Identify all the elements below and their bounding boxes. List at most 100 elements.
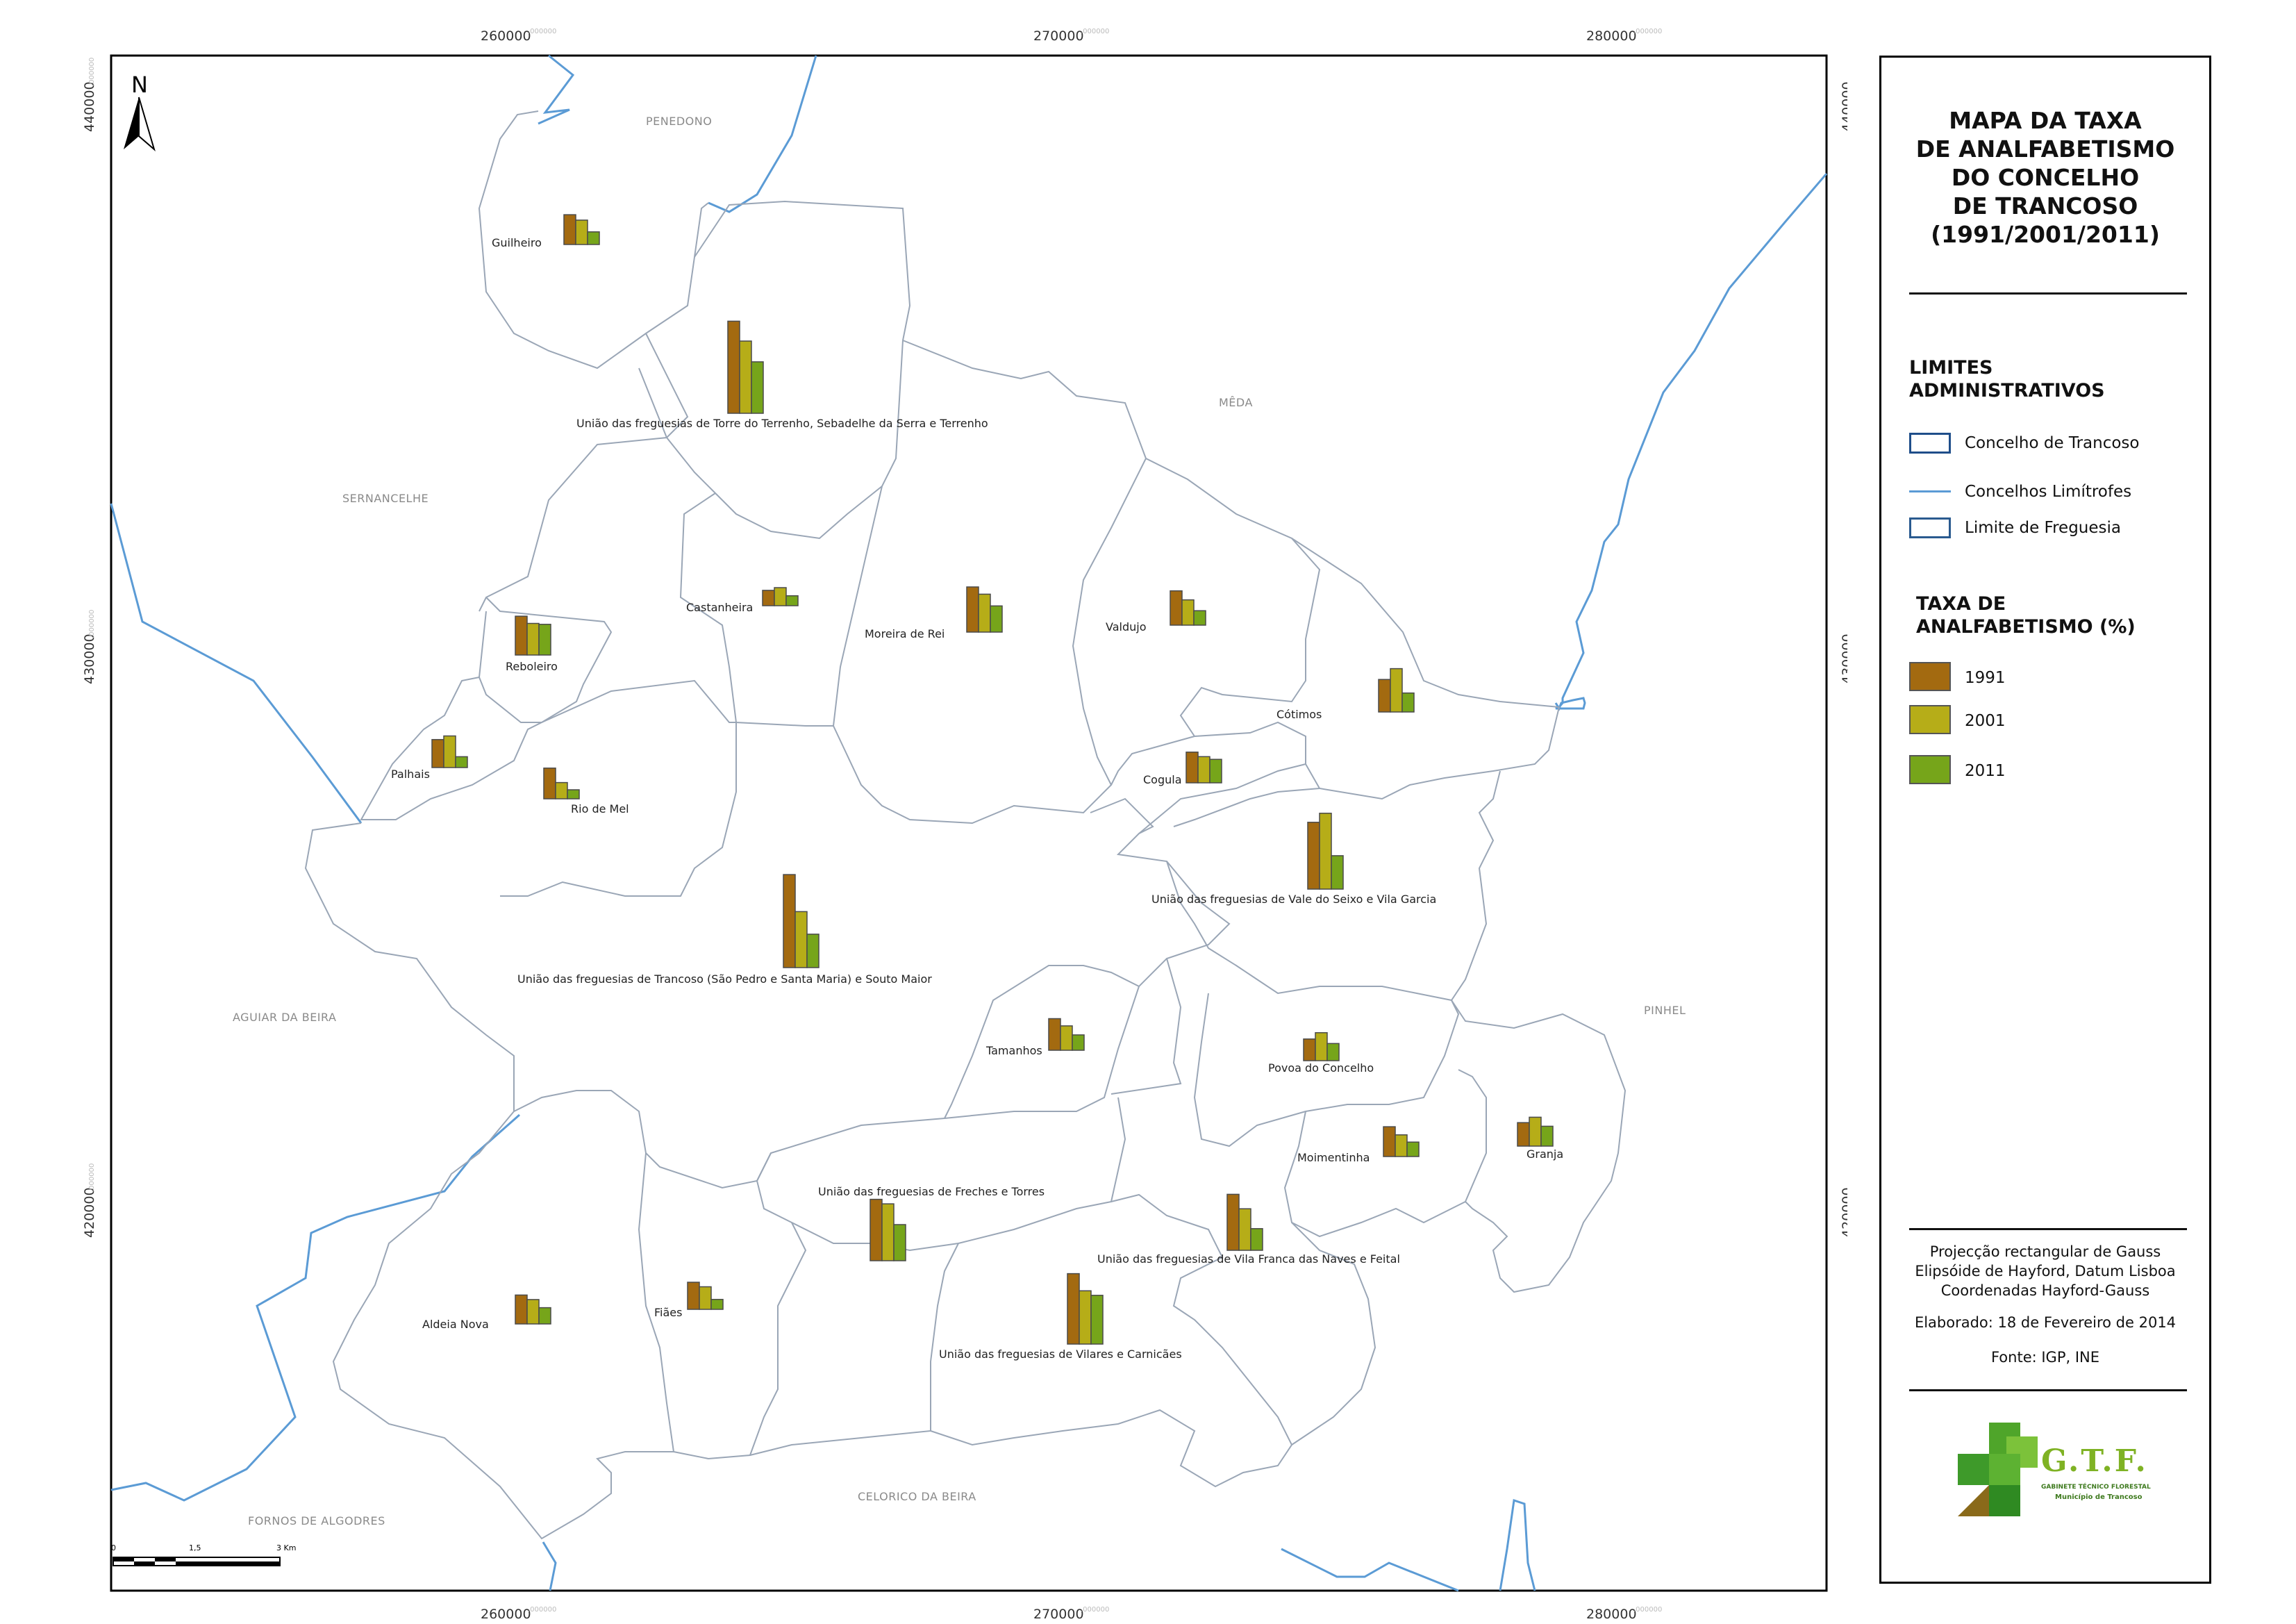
- legend-label-concelho: Concelho de Trancoso: [1965, 434, 2140, 452]
- neighbor-label-penedono: PENEDONO: [646, 115, 712, 128]
- projection-line-3: Coordenadas Hayford-Gauss: [1940, 1282, 2150, 1299]
- bar-2011: [1326, 1043, 1340, 1061]
- scale-label-3km: 3 Km: [276, 1543, 296, 1552]
- parish-label-castanheira: Castanheira: [686, 601, 753, 614]
- bar-2001: [1390, 668, 1403, 713]
- bar-1991: [1307, 822, 1320, 890]
- parish-label-vale-do-seixo: União das freguesias de Vale do Seixo e …: [1151, 893, 1436, 906]
- bar-2001: [526, 1299, 540, 1325]
- parish-label-moimentinha: Moimentinha: [1297, 1151, 1370, 1164]
- tick-x-280000-bottom: 280000: [1586, 1607, 1637, 1622]
- bar-1991: [515, 615, 528, 656]
- bar-2011: [538, 1307, 551, 1325]
- bar-2001: [1395, 1134, 1408, 1157]
- tick-x-260000-bottom-frac: .000000: [528, 1606, 556, 1614]
- bar-1991: [1517, 1122, 1530, 1147]
- parish-label-povoa-do-concelho: Povoa do Concelho: [1268, 1061, 1374, 1075]
- bar-1991: [783, 874, 796, 968]
- neighbor-label-aguiar-da-beira: AGUIAR DA BEIRA: [233, 1011, 336, 1024]
- legend-admin-heading: LIMITES ADMINISTRATIVOS: [1909, 357, 2105, 401]
- legend-label-freguesia: Limite de Freguesia: [1965, 519, 2121, 537]
- concelho-boundary-symbol: [1909, 433, 1951, 454]
- bar-2011: [710, 1298, 724, 1310]
- bar-2011: [587, 231, 600, 245]
- projection-line-1: Projecção rectangular de Gauss: [1929, 1243, 2161, 1260]
- parish-label-palhais: Palhais: [391, 768, 430, 781]
- bar-2001: [881, 1203, 895, 1261]
- tick-x-280000-top: 280000: [1586, 28, 1637, 44]
- parish-label-torre-terrenho: União das freguesias de Torre do Terrenh…: [576, 417, 988, 430]
- tick-y-420000-right: 420000: [1840, 1187, 1847, 1238]
- swatch-2011: [1909, 755, 1951, 784]
- bar-2001: [575, 219, 588, 245]
- bar-2011: [1540, 1125, 1554, 1147]
- bar-1991: [727, 320, 740, 414]
- tick-y-440000-left: 440000: [82, 81, 97, 132]
- scale-label-0: 0: [111, 1543, 116, 1552]
- legend-notes: Projecção rectangular de Gauss Elipsóide…: [1881, 1242, 2209, 1367]
- bar-2011: [1072, 1034, 1085, 1051]
- tick-x-270000-top-frac: .000000: [1081, 28, 1109, 35]
- swatch-2001: [1909, 705, 1951, 734]
- bar-2001: [526, 622, 540, 656]
- tick-x-260000-top: 260000: [481, 28, 531, 44]
- limitrofes-line-symbol: [1909, 481, 1951, 492]
- bar-2011: [990, 605, 1003, 633]
- bar-2011: [1209, 759, 1222, 784]
- bar-1991: [966, 586, 979, 633]
- parish-label-valdujo: Valdujo: [1106, 620, 1146, 633]
- parish-label-cotimos: Cótimos: [1276, 708, 1322, 721]
- bar-2001: [1079, 1290, 1092, 1345]
- bar-1991: [1378, 679, 1391, 713]
- parish-label-fiaes: Fiães: [654, 1306, 682, 1319]
- bar-1991: [687, 1282, 700, 1310]
- parish-label-guilheiro: Guilheiro: [492, 236, 542, 249]
- bar-2001: [1238, 1208, 1251, 1251]
- bar-1991: [543, 768, 556, 799]
- bar-2001: [978, 593, 991, 633]
- neighbor-label-meda: MÊDA: [1219, 396, 1253, 409]
- neighbor-label-fornos-de-algodres: FORNOS DE ALGODRES: [248, 1514, 385, 1527]
- bar-2011: [1331, 855, 1344, 890]
- bar-2011: [1406, 1141, 1420, 1157]
- bar-1991: [1170, 590, 1183, 626]
- bar-2001: [443, 735, 456, 768]
- neighbor-label-celorico-da-beira: CELORICO DA BEIRA: [858, 1490, 976, 1503]
- legend-divider-top: [1909, 292, 2187, 295]
- map-canvas[interactable]: 260000 .000000 270000 .000000 280000 .00…: [0, 0, 1847, 1624]
- legend-panel: MAPA DA TAXA DE ANALFABETISMO DO CONCELH…: [1879, 56, 2211, 1584]
- swatch-1991: [1909, 662, 1951, 691]
- parish-label-aldeia-nova: Aldeia Nova: [422, 1318, 489, 1331]
- bar-1991: [1383, 1126, 1396, 1157]
- made-date: Elaborado: 18 de Fevereiro de 2014: [1914, 1314, 2177, 1331]
- bar-1991: [1067, 1273, 1080, 1345]
- tick-y-430000-left-frac: .000000: [88, 610, 96, 638]
- bar-2001: [1060, 1025, 1073, 1051]
- gtf-logo-icon: [1958, 1423, 2038, 1516]
- bar-2001: [699, 1286, 712, 1310]
- neighbor-label-sernancelhe: SERNANCELHE: [342, 492, 429, 505]
- legend-label-2011: 2011: [1965, 762, 2006, 780]
- bar-1991: [1226, 1193, 1240, 1251]
- tick-x-280000-top-frac: .000000: [1633, 28, 1662, 35]
- bar-2001: [1181, 599, 1195, 626]
- bar-2001: [1197, 756, 1211, 784]
- bar-2001: [1319, 813, 1332, 890]
- grid-ticks-top: 260000 .000000 270000 .000000 280000 .00…: [481, 28, 1662, 44]
- legend-divider-notes-top: [1909, 1228, 2187, 1230]
- bar-2011: [1090, 1295, 1104, 1345]
- bar-2001: [1315, 1031, 1328, 1061]
- parish-label-tamanhos: Tamanhos: [985, 1044, 1042, 1057]
- grid-ticks-bottom: 260000 .000000 270000 .000000 280000 .00…: [481, 1606, 1662, 1622]
- gtf-logo-subtitle: GABINETE TÉCNICO FLORESTAL: [2041, 1484, 2151, 1491]
- tick-y-430000-left: 430000: [82, 633, 97, 684]
- bar-2011: [806, 934, 820, 968]
- bar-2001: [739, 340, 752, 414]
- parish-label-granja: Granja: [1526, 1147, 1563, 1161]
- bar-1991: [762, 590, 775, 606]
- bar-2011: [1250, 1228, 1263, 1251]
- legend-rate-heading: TAXA DE ANALFABETISMO (%): [1916, 593, 2136, 638]
- map-title: MAPA DA TAXA DE ANALFABETISMO DO CONCELH…: [1915, 107, 2175, 248]
- tick-y-430000-right: 430000: [1840, 633, 1847, 684]
- data-source: Fonte: IGP, INE: [1990, 1349, 2100, 1366]
